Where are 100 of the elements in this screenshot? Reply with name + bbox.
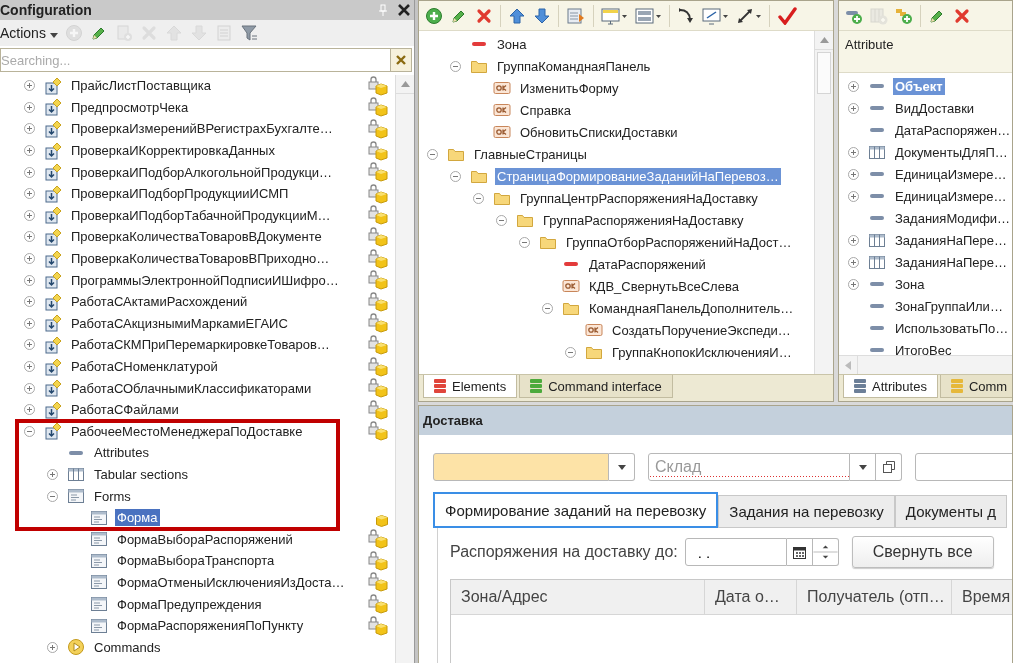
panel-tab[interactable]: Comm: [939, 375, 1012, 398]
tree-item[interactable]: ГруппаКнопокИсключенияИ…: [610, 343, 794, 361]
expand-icon[interactable]: [848, 80, 859, 92]
expand-icon[interactable]: [47, 641, 58, 653]
expand-icon[interactable]: [24, 209, 35, 221]
scrollbar[interactable]: [814, 31, 833, 374]
expand-icon[interactable]: [24, 296, 35, 308]
delete-icon[interactable]: [953, 6, 971, 25]
scroll-up-icon[interactable]: [400, 81, 410, 87]
tree-item[interactable]: Зона: [893, 275, 927, 293]
dropdown-button[interactable]: [609, 453, 635, 481]
tree-item[interactable]: РаботаСНоменклатурой: [69, 358, 220, 375]
tree-item[interactable]: ГруппаРаспоряженияНаДоставку: [541, 211, 746, 229]
tree-item[interactable]: Форма: [115, 509, 160, 527]
expand-icon[interactable]: [24, 253, 35, 265]
expand-icon[interactable]: [24, 123, 35, 135]
collapse-icon[interactable]: [24, 425, 35, 437]
tree-item[interactable]: ФормаПредупреждения: [115, 595, 264, 613]
form-tab[interactable]: Документы д: [894, 495, 1008, 528]
close-icon[interactable]: [398, 4, 410, 16]
form-tab[interactable]: Формирование заданий на перевозку: [433, 492, 719, 528]
date-field[interactable]: . .: [684, 538, 787, 566]
tree-item[interactable]: ЗаданияНаПере…: [893, 253, 1010, 271]
tree-item[interactable]: Forms: [92, 487, 133, 505]
tree-item[interactable]: ГлавныеСтраницы: [472, 145, 589, 163]
collapse-icon[interactable]: [519, 236, 530, 248]
tree-item[interactable]: РаботаСОблачнымиКлассификаторами: [69, 379, 314, 397]
dropdown-button[interactable]: [850, 453, 876, 481]
expand-icon[interactable]: [24, 404, 35, 416]
tree-item[interactable]: КоманднаяПанельДополнитель…: [587, 299, 796, 317]
diagonal-arrow-icon[interactable]: [736, 6, 762, 25]
expand-icon[interactable]: [24, 145, 35, 157]
tree-item[interactable]: Tabular sections: [92, 466, 190, 483]
form-tab[interactable]: Задания на перевозку: [718, 495, 895, 528]
tree-item[interactable]: ЕдиницаИзмере…: [893, 165, 1009, 183]
expand-icon[interactable]: [848, 190, 859, 202]
tree-item[interactable]: ОбновитьСпискиДоставки: [518, 123, 680, 141]
tree-item[interactable]: ГруппаЦентрРаспоряженияНаДоставку: [518, 189, 760, 207]
checkmark-icon[interactable]: [777, 6, 797, 25]
tree-item[interactable]: ЗонаГруппаИли…: [893, 297, 1005, 315]
up-arrow-icon[interactable]: [508, 6, 526, 25]
tree-item[interactable]: ЗаданияНаПере…: [893, 231, 1010, 249]
tree-item[interactable]: РаботаСАкцизнымиМаркамиЕГАИС: [69, 314, 290, 332]
expand-icon[interactable]: [24, 188, 35, 200]
tree-item[interactable]: СоздатьПоручениеЭкспеди…: [610, 321, 793, 339]
tree-item[interactable]: Зона: [495, 35, 529, 53]
collapse-icon[interactable]: [496, 214, 507, 226]
tree-item[interactable]: ЕдиницаИзмере…: [893, 187, 1009, 205]
expand-icon[interactable]: [848, 278, 859, 290]
expand-icon[interactable]: [848, 256, 859, 268]
tree-item[interactable]: ПроверкаКоличестваТоваровВДокументе: [69, 228, 324, 246]
tree-item[interactable]: ИспользоватьПо…: [893, 319, 1011, 337]
collapse-icon[interactable]: [450, 170, 461, 182]
select-field[interactable]: [433, 453, 609, 481]
scrollbar[interactable]: [395, 75, 414, 663]
tree-item[interactable]: РаботаСКМПриПеремаркировкеТоваров…: [69, 336, 332, 354]
expand-icon[interactable]: [848, 146, 859, 158]
expand-icon[interactable]: [47, 469, 58, 480]
add-group-icon[interactable]: [895, 6, 913, 25]
tree-item[interactable]: ИтогоВес: [893, 341, 954, 355]
tree-item[interactable]: ПредпросмотрЧека: [69, 98, 191, 116]
tree-item[interactable]: ПроверкаИПодборПродукцииИСМП: [69, 185, 291, 203]
expand-icon[interactable]: [24, 101, 35, 113]
calendar-button[interactable]: [786, 538, 813, 566]
expand-icon[interactable]: [24, 361, 35, 372]
expand-icon[interactable]: [24, 80, 35, 92]
delete-icon[interactable]: [475, 6, 493, 25]
tree-item[interactable]: ФормаОтменыИсключенияИзДоста…: [115, 573, 347, 591]
scrollbar[interactable]: [839, 355, 1012, 374]
tree-item[interactable]: Справка: [518, 101, 573, 119]
collapse-icon[interactable]: [47, 490, 58, 502]
add-icon[interactable]: [425, 6, 443, 25]
expand-icon[interactable]: [24, 166, 35, 178]
scroll-thumb[interactable]: [817, 52, 831, 94]
tree-item[interactable]: ВидДоставки: [893, 99, 977, 117]
layout-icon[interactable]: [635, 6, 662, 25]
actions-menu[interactable]: Actions: [0, 25, 58, 41]
collapse-icon[interactable]: [565, 346, 576, 358]
panel-tab[interactable]: Elements: [423, 375, 518, 398]
tree-item[interactable]: ЗаданияМодифи…: [893, 209, 1012, 227]
collapse-icon[interactable]: [542, 302, 553, 314]
collapse-button[interactable]: Свернуть все: [851, 536, 994, 568]
curved-arrow-icon[interactable]: [677, 6, 695, 25]
panel-tab[interactable]: Command interface: [519, 375, 673, 398]
tree-item[interactable]: ГруппаОтборРаспоряженийНаДост…: [564, 233, 794, 251]
tree-item[interactable]: ПроверкаКоличестваТоваровВПриходно…: [69, 250, 332, 268]
collapse-icon[interactable]: [473, 192, 484, 204]
tree-item[interactable]: ПрайсЛистПоставщика: [69, 77, 213, 95]
expand-icon[interactable]: [24, 274, 35, 286]
down-arrow-icon[interactable]: [533, 6, 551, 25]
expand-icon[interactable]: [848, 102, 859, 114]
tree-item[interactable]: ДатаРаспоряжен…: [893, 121, 1012, 139]
expand-icon[interactable]: [24, 231, 35, 243]
expand-icon[interactable]: [848, 234, 859, 246]
tree-item[interactable]: ПроверкаИзмеренийВРегистрахБухгалте…: [69, 120, 335, 138]
form-icon[interactable]: [566, 6, 586, 25]
tree-item[interactable]: ФормаВыбораРаспоряжений: [115, 530, 295, 548]
scroll-up-icon[interactable]: [819, 37, 829, 43]
tree-item[interactable]: РаботаСФайлами: [69, 401, 181, 419]
tree-item[interactable]: КДВ_СвернутьВсеСлева: [587, 277, 741, 295]
